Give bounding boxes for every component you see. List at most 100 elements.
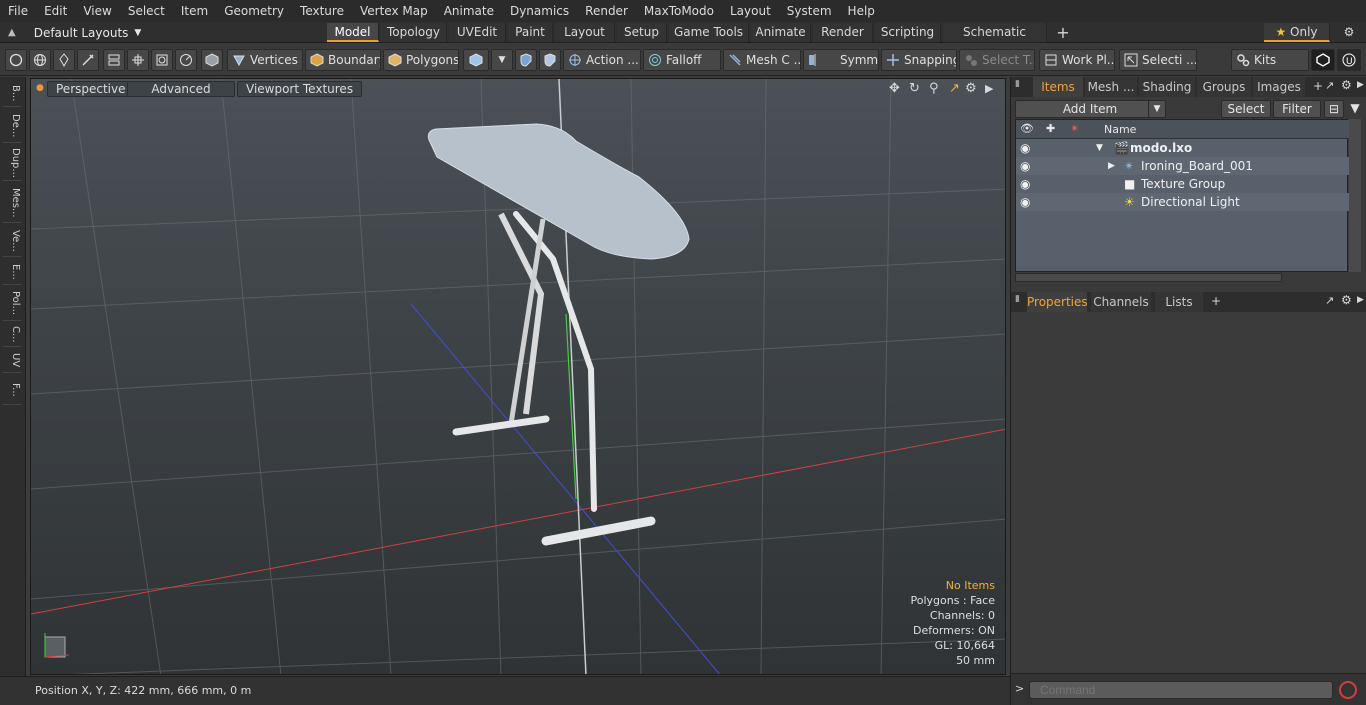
tab-model[interactable]: Model	[327, 23, 379, 42]
items-horizontal-scrollbar[interactable]	[1015, 273, 1282, 282]
scale-button[interactable]	[151, 49, 173, 71]
menu-system[interactable]: System	[779, 0, 840, 22]
eye-icon[interactable]: ◉	[1020, 157, 1030, 175]
expand-triangle-icon[interactable]: ▼	[1096, 139, 1103, 157]
add-panel-tab-icon[interactable]: +	[1313, 79, 1323, 93]
move-button[interactable]	[127, 49, 149, 71]
tab-mesh[interactable]: Mesh ...	[1085, 77, 1137, 97]
pen-tool-button[interactable]	[53, 49, 75, 71]
menu-vertex-map[interactable]: Vertex Map	[352, 0, 436, 22]
tab-schematic-fusion[interactable]: Schematic Fusion	[943, 23, 1047, 58]
maximize-icon[interactable]: ↗	[949, 81, 960, 96]
3d-viewport[interactable]: Perspective Advanced Viewport Textures ●…	[30, 78, 1006, 675]
item-row-ironing-board[interactable]: ◉ ▶ ✴ Ironing_Board_001	[1016, 157, 1349, 175]
tab-topology[interactable]: Topology	[381, 23, 447, 42]
popout-icon[interactable]: ↗	[1325, 79, 1334, 92]
work-plane-button[interactable]: Work Pl...	[1039, 49, 1115, 71]
tab-animate[interactable]: Animate	[751, 23, 811, 42]
action-center-button[interactable]: Action ...	[563, 49, 641, 71]
menu-file[interactable]: File	[0, 0, 36, 22]
polygons-button[interactable]: Polygons	[383, 49, 459, 71]
tab-images[interactable]: Images	[1253, 77, 1305, 97]
unreal-button[interactable]: U	[1337, 49, 1361, 71]
left-tab-uv[interactable]: UV	[3, 349, 21, 373]
name-column-header[interactable]: Name	[1104, 123, 1136, 136]
menu-select[interactable]: Select	[120, 0, 173, 22]
mesh-constraint-button[interactable]: Mesh C ...	[723, 49, 801, 71]
kits-button[interactable]: Kits	[1231, 49, 1309, 71]
filter-button[interactable]: Filter	[1273, 100, 1321, 118]
add-item-dropdown[interactable]: ▼	[1148, 100, 1166, 118]
eye-icon[interactable]: ◉	[1020, 175, 1030, 193]
tab-items[interactable]: Items	[1033, 77, 1083, 97]
globe-button[interactable]	[29, 49, 51, 71]
pan-icon[interactable]: ✥	[889, 81, 900, 96]
symmetry-b-button[interactable]	[539, 49, 561, 71]
left-tab-edge[interactable]: E...	[3, 259, 21, 285]
tab-lists[interactable]: Lists	[1155, 292, 1203, 312]
tab-channels[interactable]: Channels	[1091, 292, 1151, 312]
tab-scripting[interactable]: Scripting	[875, 23, 941, 42]
left-tab-duplicate[interactable]: Dup...	[3, 145, 21, 181]
collapse-triangle-icon[interactable]: ▶	[1108, 157, 1115, 175]
falloff-button[interactable]: Falloff	[643, 49, 721, 71]
selection-sets-button[interactable]: Selecti ...	[1119, 49, 1197, 71]
left-tab-curve[interactable]: C...	[3, 323, 21, 347]
tab-render[interactable]: Render	[813, 23, 873, 42]
tab-properties[interactable]: Properties	[1027, 292, 1088, 312]
add-panel-tab-icon[interactable]: +	[1211, 294, 1221, 308]
material-mode-button[interactable]	[463, 49, 489, 71]
menu-view[interactable]: View	[75, 0, 119, 22]
popout-icon[interactable]: ↗	[1325, 294, 1334, 307]
mode-dropdown[interactable]: ▼	[491, 49, 513, 71]
left-tab-basic[interactable]: B...	[3, 81, 21, 107]
symmetry-button[interactable]: Symm ...	[803, 49, 879, 71]
gear-icon[interactable]: ⚙	[965, 81, 977, 96]
brush-tool-button[interactable]	[77, 49, 99, 71]
expand-right-icon[interactable]: ▶	[1357, 295, 1364, 305]
funnel-icon[interactable]: ▼	[1346, 100, 1364, 118]
tab-uvedit[interactable]: UVEdit	[449, 23, 506, 42]
item-mode-button[interactable]	[201, 49, 223, 71]
select-through-button[interactable]: Select T...	[959, 49, 1035, 71]
left-tab-fusion[interactable]: F...	[3, 375, 21, 405]
menu-edit[interactable]: Edit	[36, 0, 75, 22]
left-tab-polygon[interactable]: Pol...	[3, 287, 21, 321]
items-vertical-scrollbar[interactable]	[1349, 119, 1361, 272]
shading-dropdown[interactable]: Advanced	[127, 81, 235, 97]
item-row-scene[interactable]: ◉ ▼ 🎬 modo.lxo	[1016, 139, 1349, 157]
gear-icon[interactable]: ⚙	[1341, 293, 1352, 307]
tab-layout[interactable]: Layout	[555, 23, 615, 42]
menu-item[interactable]: Item	[173, 0, 216, 22]
menu-render[interactable]: Render	[577, 0, 636, 22]
collapse-button[interactable]: ⊟	[1324, 100, 1344, 118]
menu-layout[interactable]: Layout	[722, 0, 779, 22]
eye-icon[interactable]: ◉	[1020, 139, 1030, 157]
add-tab-button[interactable]: +	[1052, 23, 1074, 42]
viewport-textures-dropdown[interactable]: Viewport Textures	[237, 81, 363, 97]
left-tab-vertex[interactable]: Ve...	[3, 225, 21, 257]
menu-maxtomodo[interactable]: MaxToModo	[636, 0, 722, 22]
gear-icon[interactable]: ⚙	[1341, 78, 1352, 92]
viewport-menu-icon[interactable]: ●	[36, 83, 44, 93]
layouts-dropdown[interactable]: ▲ Default Layouts ▼	[8, 22, 141, 43]
select-button[interactable]: Select	[1221, 100, 1271, 118]
snapping-button[interactable]: Snapping	[881, 49, 957, 71]
tab-groups[interactable]: Groups	[1197, 77, 1251, 97]
vertices-button[interactable]: Vertices	[227, 49, 303, 71]
menu-geometry[interactable]: Geometry	[216, 0, 292, 22]
perspective-dropdown[interactable]: Perspective	[47, 81, 135, 97]
tab-game-tools[interactable]: Game Tools	[669, 23, 749, 42]
tab-shading[interactable]: Shading	[1139, 77, 1195, 97]
menu-help[interactable]: Help	[840, 0, 883, 22]
orbit-icon[interactable]: ↻	[909, 81, 920, 96]
item-row-directional-light[interactable]: ◉ ☀ Directional Light	[1016, 193, 1349, 211]
panel-menu-icon[interactable]: ▮	[1015, 294, 1020, 304]
left-tab-deform[interactable]: De...	[3, 109, 21, 143]
expand-right-icon[interactable]: ▶	[985, 82, 993, 95]
item-row-texture-group[interactable]: ◉ ■ Texture Group	[1016, 175, 1349, 193]
left-tab-mesh-edit[interactable]: Mes...	[3, 183, 21, 223]
add-item-button[interactable]: Add Item	[1015, 100, 1165, 118]
menu-dynamics[interactable]: Dynamics	[502, 0, 577, 22]
eye-icon[interactable]: ◉	[1020, 193, 1030, 211]
